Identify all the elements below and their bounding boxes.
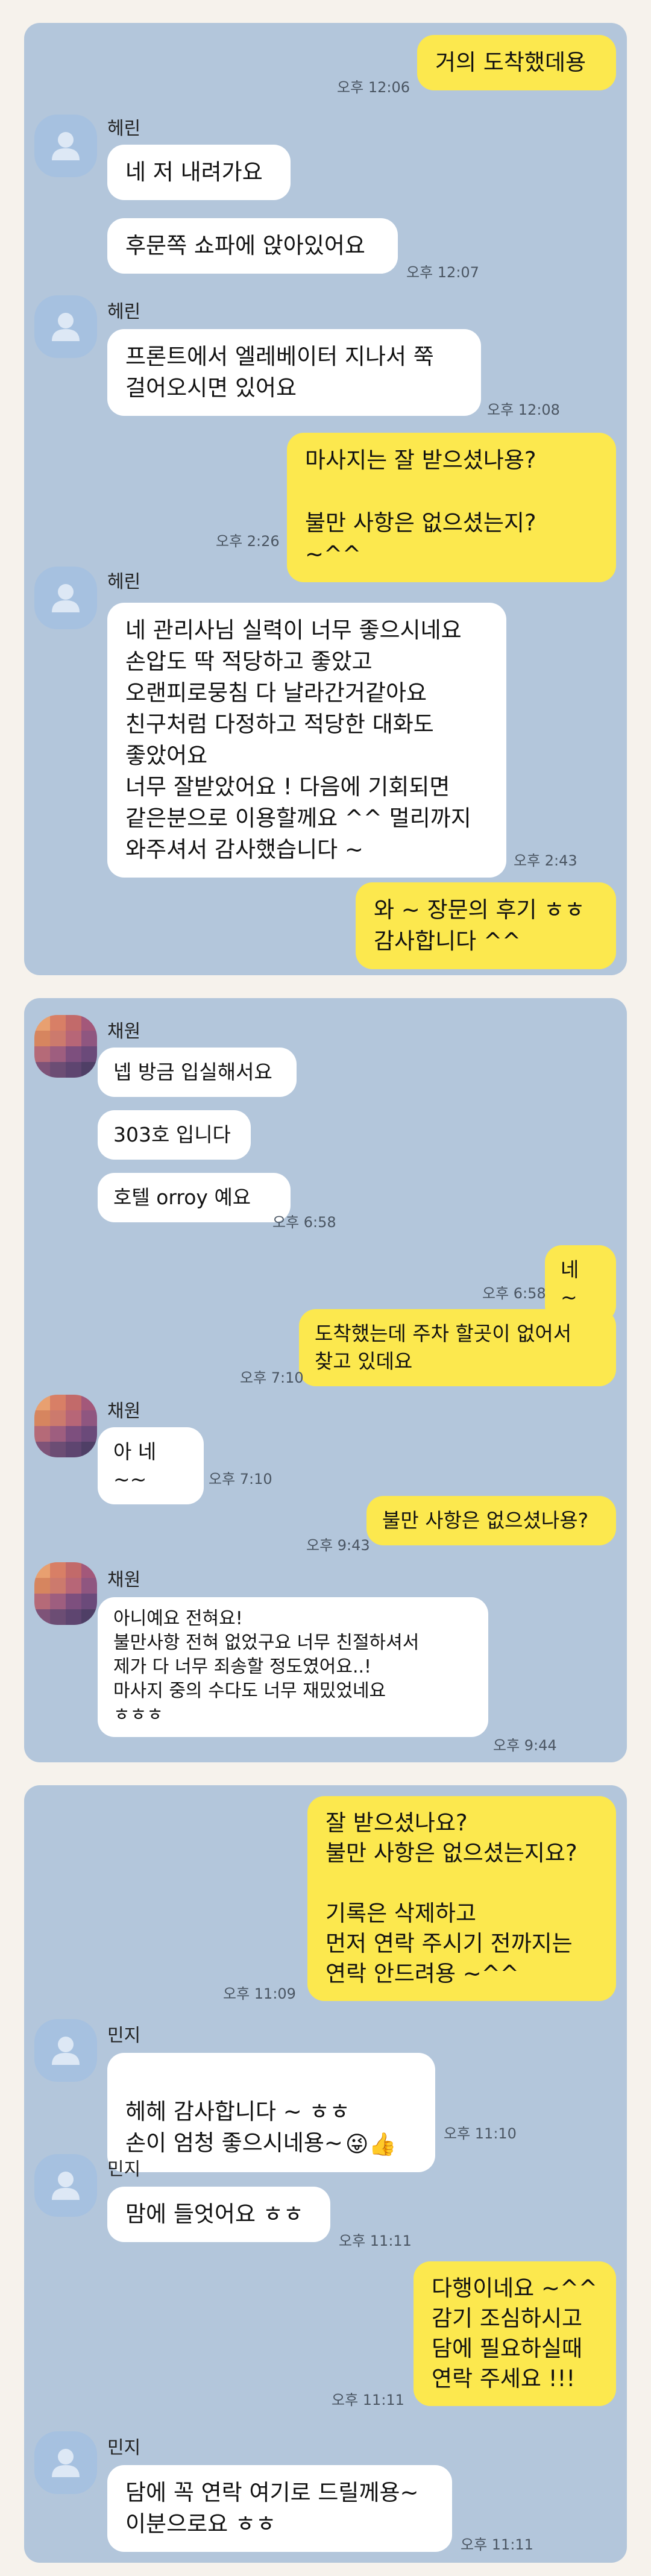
sender-name: 민지	[107, 2025, 141, 2046]
chat-panel-2: 채원 넵 방금 입실해서요 303호 입니다 호텔 orroy 예요 오후 6:…	[24, 998, 627, 1762]
sender-name: 헤린	[107, 301, 141, 322]
message-time: 오후 2:43	[514, 852, 577, 869]
person-icon	[52, 584, 80, 612]
incoming-message[interactable]: 담에 꼭 연락 여기로 드릴께용~ 이분으로요 ㅎㅎ	[107, 2465, 452, 2552]
message-time: 오후 11:11	[339, 2232, 412, 2249]
message-time: 오후 12:08	[487, 401, 560, 418]
message-time: 오후 11:11	[332, 2392, 404, 2408]
message-time: 오후 12:07	[406, 264, 479, 281]
outgoing-message[interactable]: 불만 사항은 없으셨나용?	[366, 1496, 616, 1545]
person-icon	[52, 132, 80, 160]
person-icon	[52, 2037, 80, 2065]
incoming-message[interactable]: 헤헤 감사합니다 ~ ㅎㅎ 손이 엄청 좋으시네용~ 😜👍	[107, 2053, 435, 2172]
sender-name: 민지	[107, 2437, 141, 2458]
sender-name: 민지	[107, 2159, 141, 2180]
incoming-message[interactable]: 호텔 orroy 예요	[98, 1173, 291, 1222]
message-time: 오후 12:06	[337, 79, 410, 96]
person-icon	[52, 2172, 80, 2200]
message-time: 오후 6:58	[482, 1285, 546, 1302]
sender-name: 헤린	[107, 571, 141, 592]
outgoing-message[interactable]: 다행이네요 ~^^ 감기 조심하시고 담에 필요하실때 연락 주세요 !!!	[414, 2261, 616, 2406]
outgoing-message[interactable]: 마사지는 잘 받으셨나용? 불만 사항은 없으셨는지? ~^^	[287, 433, 616, 582]
chat-panel-3: 잘 받으셨나요? 불만 사항은 없으셨는지요? 기록은 삭제하고 먼저 연락 주…	[24, 1785, 627, 2563]
incoming-message[interactable]: 프론트에서 엘레베이터 지나서 쭉 걸어오시면 있어요	[107, 329, 481, 416]
outgoing-message[interactable]: 잘 받으셨나요? 불만 사항은 없으셨는지요? 기록은 삭제하고 먼저 연락 주…	[307, 1796, 616, 2001]
incoming-message[interactable]: 네 관리사님 실력이 너무 좋으시네요 손압도 딱 적당하고 좋았고 오랜피로뭉…	[107, 603, 506, 878]
chat-panel-1: 거의 도착했데용 오후 12:06 헤린 네 저 내려가요 후문쪽 쇼파에 앉아…	[24, 23, 627, 975]
incoming-message[interactable]: 후문쪽 쇼파에 앉아있어요	[107, 218, 398, 274]
message-time: 오후 11:10	[444, 2125, 517, 2142]
message-time: 오후 7:10	[240, 1369, 304, 1386]
incoming-message[interactable]: 아니예요 전혀요! 불만사항 전혀 없었구요 너무 친절하셔서 제가 다 너무 …	[98, 1597, 488, 1737]
avatar[interactable]	[34, 2154, 97, 2217]
incoming-message[interactable]: 네 저 내려가요	[107, 145, 291, 200]
message-time: 오후 6:58	[272, 1214, 336, 1231]
message-text: 헤헤 감사합니다 ~ ㅎㅎ 손이 엄청 좋으시네용~	[125, 2099, 350, 2156]
sender-name: 채원	[107, 1021, 141, 1042]
blurred-photo-avatar[interactable]	[34, 1395, 97, 1457]
message-time: 오후 7:10	[209, 1471, 272, 1487]
message-time: 오후 2:26	[216, 533, 280, 550]
message-time: 오후 9:44	[493, 1737, 557, 1754]
incoming-message[interactable]: 아 네~~	[98, 1427, 204, 1504]
message-time: 오후 11:09	[223, 1985, 296, 2002]
outgoing-message[interactable]: 거의 도착했데용	[417, 35, 616, 90]
avatar[interactable]	[34, 2019, 97, 2082]
wink-thumbs-up-emoji-icon: 😜👍	[345, 2131, 397, 2157]
sender-name: 채원	[107, 1401, 141, 1422]
avatar[interactable]	[34, 567, 97, 629]
message-time: 오후 11:11	[461, 2536, 533, 2553]
person-icon	[52, 2449, 80, 2477]
avatar[interactable]	[34, 2431, 97, 2494]
message-time: 오후 9:43	[306, 1537, 370, 1554]
incoming-message[interactable]: 303호 입니다	[98, 1110, 251, 1160]
blurred-photo-avatar[interactable]	[34, 1562, 97, 1625]
sender-name: 헤린	[107, 118, 141, 139]
avatar[interactable]	[34, 115, 97, 177]
person-icon	[52, 313, 80, 341]
blurred-photo-avatar[interactable]	[34, 1015, 97, 1078]
incoming-message[interactable]: 맘에 들엇어요 ㅎㅎ	[107, 2187, 330, 2242]
avatar[interactable]	[34, 295, 97, 358]
outgoing-message[interactable]: 와 ~ 장문의 후기 ㅎㅎ 감사합니다 ^^	[356, 882, 616, 969]
incoming-message[interactable]: 넵 방금 입실해서요	[98, 1048, 297, 1097]
sender-name: 채원	[107, 1569, 141, 1591]
outgoing-message[interactable]: 도착했는데 주차 할곳이 없어서 찾고 있데요	[299, 1309, 616, 1386]
